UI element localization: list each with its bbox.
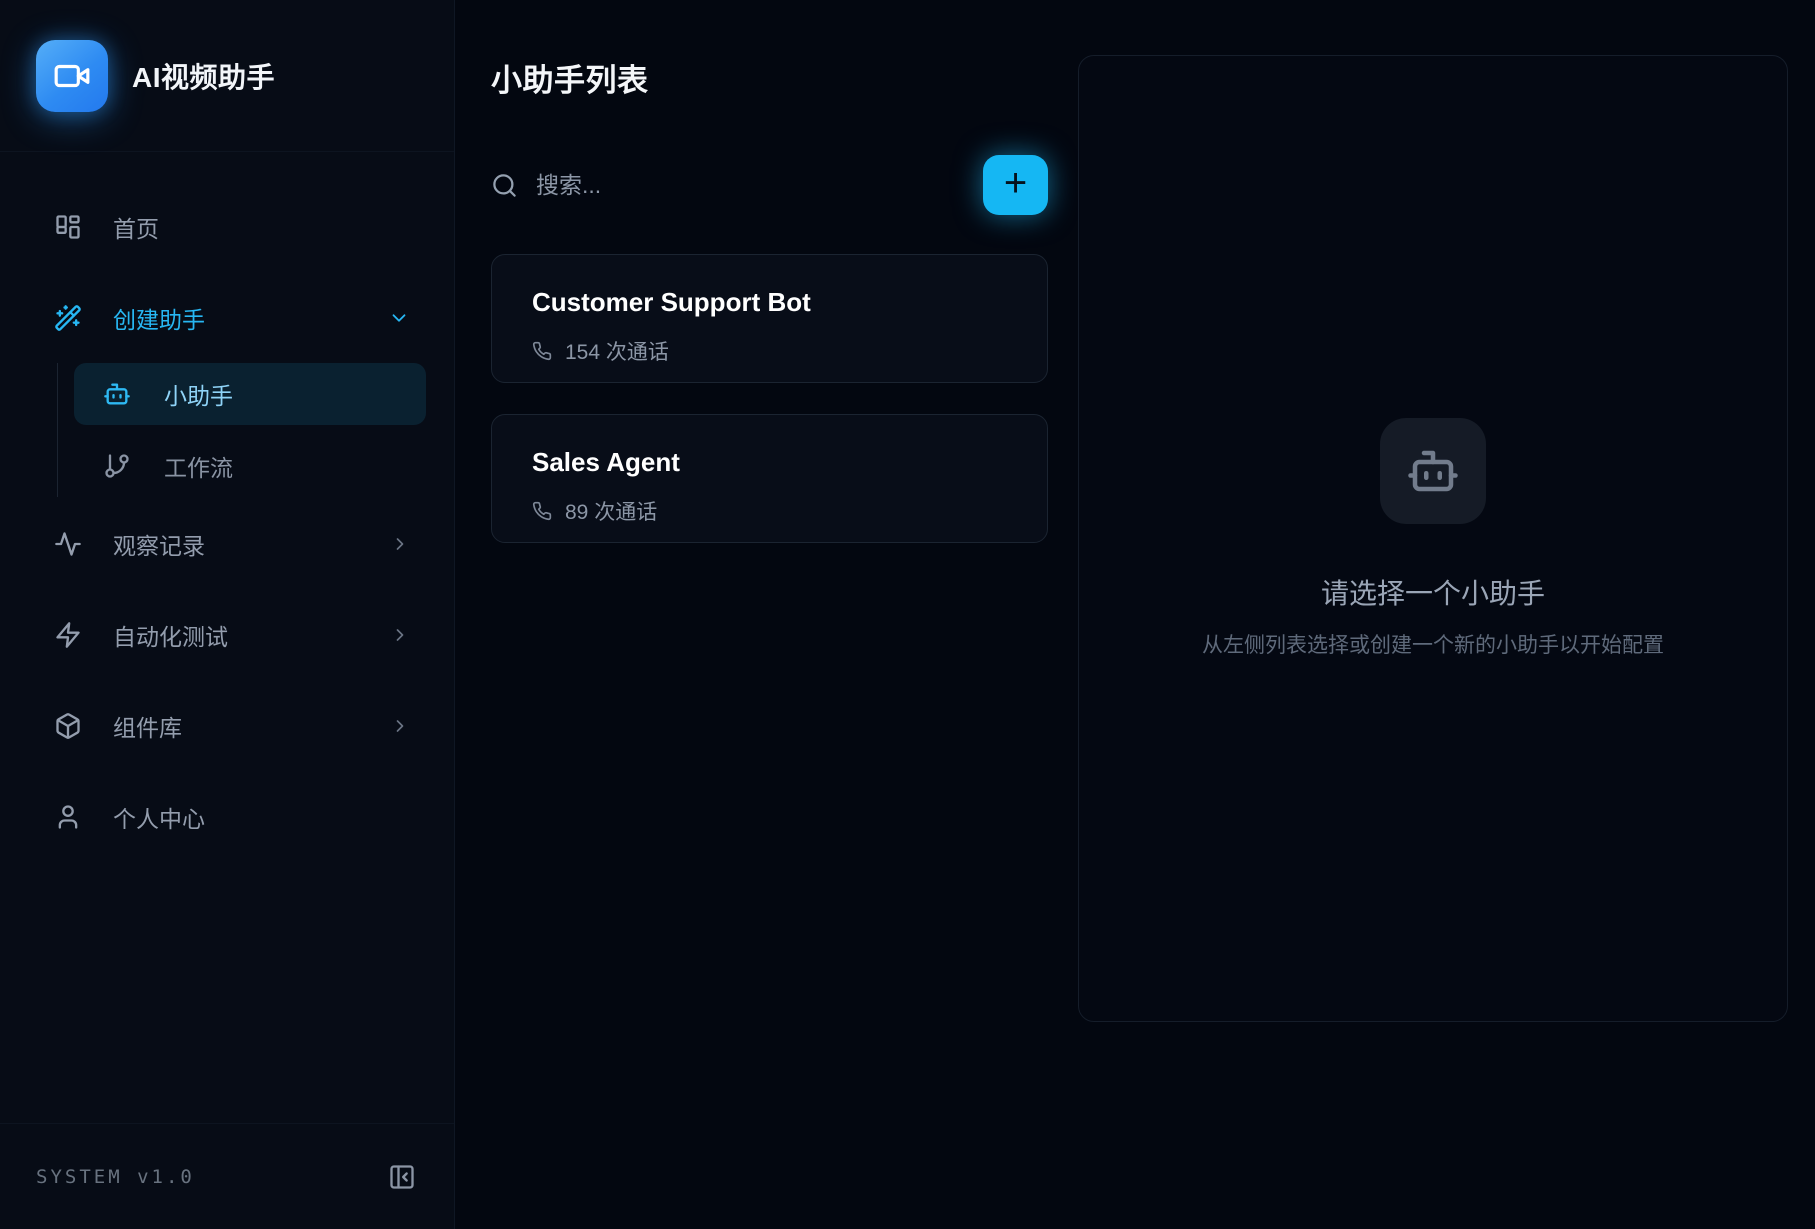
sidebar-item-component-library[interactable]: 组件库 [33, 697, 426, 755]
sidebar-item-assistants[interactable]: 小助手 [74, 363, 426, 425]
sidebar-item-label: 个人中心 [113, 800, 205, 834]
sidebar-item-label: 组件库 [113, 709, 182, 743]
chevron-right-icon [390, 716, 410, 736]
search-row: + [491, 154, 1048, 216]
chevron-down-icon [388, 307, 410, 329]
sidebar-item-label: 自动化测试 [113, 618, 228, 652]
video-camera-icon [53, 57, 91, 95]
assistant-name: Sales Agent [532, 447, 1007, 478]
app-version: SYSTEM v1.0 [36, 1166, 195, 1188]
assistant-call-count: 89 次通话 [565, 496, 657, 526]
sidebar-item-home[interactable]: 首页 [33, 198, 426, 256]
create-assistant-submenu: 小助手 工作流 [57, 363, 426, 497]
search-input[interactable] [536, 172, 965, 199]
assistant-meta: 89 次通话 [532, 496, 1007, 526]
sidebar-item-label: 首页 [113, 210, 159, 244]
sidebar-item-label: 工作流 [164, 449, 233, 483]
main-content: 小助手列表 + Customer Support Bot 154 次通话 Sal… [455, 0, 1815, 1229]
chevron-right-icon [390, 534, 410, 554]
sidebar-item-create-assistant[interactable]: 创建助手 [33, 289, 426, 347]
sidebar-nav: 首页 创建助手 小助手 工作流 [0, 152, 454, 1123]
add-assistant-button[interactable]: + [983, 155, 1048, 215]
dashboard-icon [53, 213, 83, 241]
app-logo [36, 40, 108, 112]
sidebar-item-observation-logs[interactable]: 观察记录 [33, 515, 426, 573]
sidebar-footer: SYSTEM v1.0 [0, 1123, 454, 1229]
box-icon [53, 712, 83, 740]
sidebar-item-profile[interactable]: 个人中心 [33, 788, 426, 846]
sidebar-item-label: 观察记录 [113, 527, 205, 561]
phone-icon [532, 501, 552, 521]
page-title: 小助手列表 [491, 55, 1048, 100]
sidebar-item-automation-tests[interactable]: 自动化测试 [33, 606, 426, 664]
assistant-card-sales-agent[interactable]: Sales Agent 89 次通话 [491, 414, 1048, 543]
phone-icon [532, 341, 552, 361]
empty-state-subtitle: 从左侧列表选择或创建一个新的小助手以开始配置 [1202, 629, 1664, 659]
assistant-meta: 154 次通话 [532, 336, 1007, 366]
panel-left-close-icon[interactable] [388, 1163, 416, 1191]
assistant-detail-panel: 请选择一个小助手 从左侧列表选择或创建一个新的小助手以开始配置 [1078, 55, 1788, 1022]
sidebar-item-workflow[interactable]: 工作流 [74, 435, 426, 497]
git-branch-icon [102, 452, 132, 480]
sidebar-item-label: 小助手 [164, 377, 233, 411]
assistant-call-count: 154 次通话 [565, 336, 669, 366]
empty-state-title: 请选择一个小助手 [1321, 572, 1545, 612]
chevron-right-icon [390, 625, 410, 645]
search-icon [491, 172, 518, 199]
assistant-card-customer-support-bot[interactable]: Customer Support Bot 154 次通话 [491, 254, 1048, 383]
wand-sparkles-icon [53, 304, 83, 332]
sidebar-header: AI视频助手 [0, 0, 454, 152]
bot-placeholder [1380, 418, 1486, 524]
app-title: AI视频助手 [132, 56, 275, 96]
activity-icon [53, 530, 83, 558]
sidebar-item-label: 创建助手 [113, 301, 205, 335]
assistant-list-panel: 小助手列表 + Customer Support Bot 154 次通话 Sal… [491, 55, 1048, 1229]
zap-icon [53, 621, 83, 649]
bot-icon [102, 380, 132, 408]
assistant-name: Customer Support Bot [532, 287, 1007, 318]
bot-icon [1406, 444, 1460, 498]
user-icon [53, 803, 83, 831]
sidebar: AI视频助手 首页 创建助手 小助手 [0, 0, 455, 1229]
